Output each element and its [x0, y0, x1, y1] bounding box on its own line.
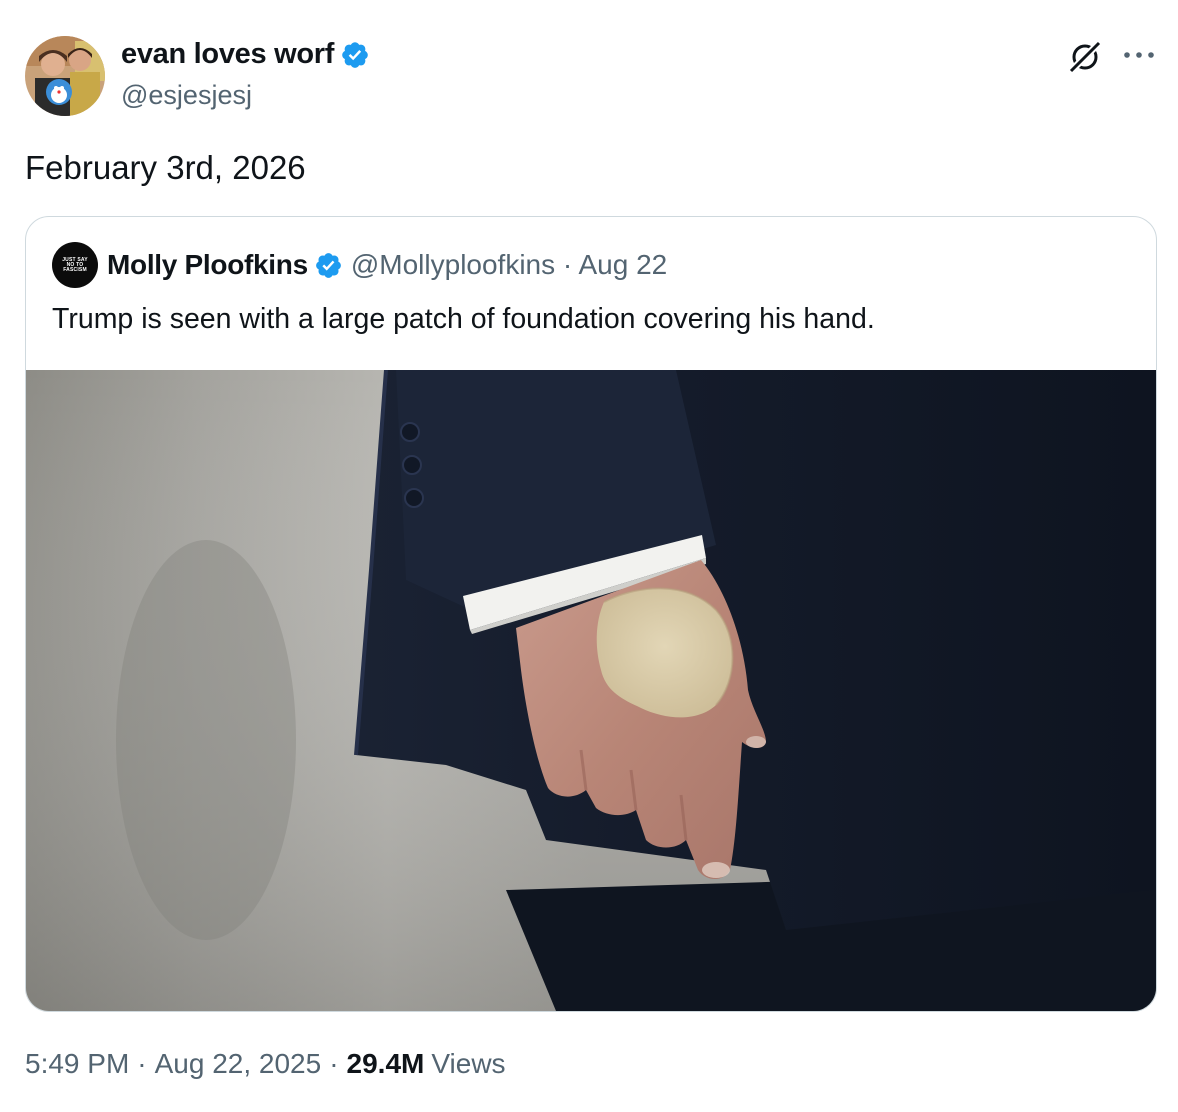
quoted-tweet-text: Trump is seen with a large patch of foun…: [52, 303, 875, 335]
separator: ·: [329, 1048, 339, 1079]
views-count: 29.4M: [346, 1048, 425, 1079]
quoted-handle-time[interactable]: @Mollyploofkins · Aug 22: [351, 249, 667, 281]
grok-button[interactable]: [1066, 38, 1104, 76]
views-label: Views: [431, 1048, 506, 1079]
separator: ·: [137, 1048, 147, 1079]
more-dots-icon: [1121, 52, 1157, 74]
tweet-meta: 5:49 PM · Aug 22, 2025 · 29.4M Views: [25, 1048, 506, 1080]
author-name-row[interactable]: evan loves worf: [121, 38, 370, 71]
quoted-avatar[interactable]: JUST SAY NO TO FASCISM: [52, 242, 98, 288]
quoted-display-name[interactable]: Molly Ploofkins: [107, 249, 308, 281]
quoted-tweet-image[interactable]: [26, 369, 1156, 1011]
more-options-button[interactable]: [1121, 40, 1157, 70]
quoted-avatar-text: JUST SAY NO TO FASCISM: [62, 256, 88, 273]
quoted-header: JUST SAY NO TO FASCISM Molly Ploofkins @…: [52, 242, 667, 288]
author-handle[interactable]: @esjesjesj: [121, 80, 252, 111]
grok-icon: [1066, 39, 1104, 80]
author-display-name[interactable]: evan loves worf: [121, 38, 334, 71]
tweet-date[interactable]: Aug 22, 2025: [155, 1048, 322, 1080]
verified-badge-icon: [314, 251, 343, 280]
tweet-time[interactable]: 5:49 PM: [25, 1048, 129, 1080]
verified-badge-icon: [340, 40, 370, 70]
quoted-tweet-card[interactable]: JUST SAY NO TO FASCISM Molly Ploofkins @…: [25, 216, 1157, 1012]
tweet-text: February 3rd, 2026: [25, 149, 306, 186]
author-avatar[interactable]: [25, 36, 105, 116]
